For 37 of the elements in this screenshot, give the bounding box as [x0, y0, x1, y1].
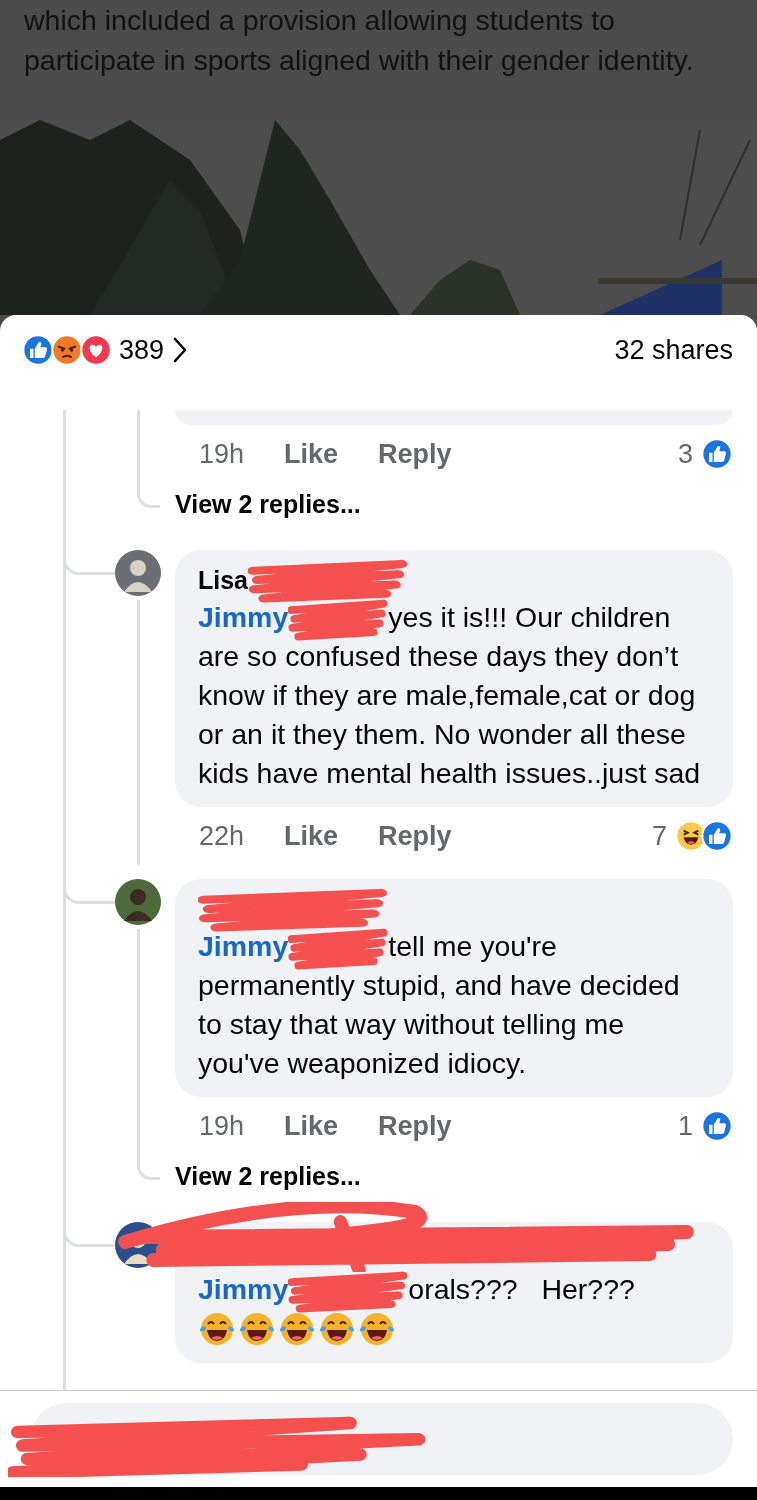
mention-link[interactable]: Jimmy [198, 1273, 289, 1305]
mention-link[interactable]: Jimmy [198, 601, 289, 633]
like-link[interactable]: Like [284, 820, 339, 852]
comment-author[interactable]: Lisa [198, 565, 249, 595]
like-icon [701, 438, 733, 470]
laughing-tears-emoji-icon [238, 1311, 276, 1347]
like-icon [701, 820, 733, 852]
comment-time: 19h [199, 438, 245, 470]
reply-link[interactable]: Reply [378, 438, 452, 470]
laughing-tears-emoji-icon [198, 1311, 236, 1347]
comment-text: Jimmy yes it is!!! Our children are so confused these days they don’t know if they are male,female,cat or dog or an it they them. No wonder all these kids have mental health issues..just sad [198, 598, 713, 793]
angry-face-icon [51, 334, 83, 366]
avatar[interactable] [115, 1222, 161, 1268]
like-link[interactable]: Like [284, 438, 339, 470]
laughing-tears-emoji-icon [278, 1311, 316, 1347]
reaction-count: 1 [677, 1110, 693, 1142]
like-icon [701, 1110, 733, 1142]
shares-link[interactable]: 32 shares [614, 334, 733, 366]
laughing-tears-emoji-icon [318, 1311, 356, 1347]
like-link[interactable]: Like [284, 1110, 339, 1142]
avatar[interactable] [115, 879, 161, 925]
reply-link[interactable]: Reply [378, 1110, 452, 1142]
laughing-tears-emoji-icon [358, 1311, 396, 1347]
chevron-right-icon[interactable] [172, 336, 189, 364]
reaction-count: 3 [677, 438, 693, 470]
comment-text: Jimmy orals??? Her??? [198, 1270, 713, 1309]
comment-time: 22h [199, 820, 245, 852]
reaction-total-link[interactable]: 389 [109, 334, 173, 366]
post-caption: which included a provision allowing students to participate in sports aligned with their gender identity. [23, 3, 695, 78]
view-replies-link[interactable]: View 2 replies... [161, 1155, 361, 1197]
comment-time: 19h [199, 1110, 245, 1142]
like-icon [22, 334, 54, 366]
comment-text: Jimmy tell me you're permanently stupid, and have decided to stay that way without telling me you've weaponized idiocy. [198, 927, 713, 1083]
reply-link[interactable]: Reply [378, 820, 452, 852]
mention-link[interactable]: Jimmy [198, 930, 289, 962]
view-replies-link[interactable]: View 2 replies... [161, 483, 361, 525]
reaction-count: 7 [651, 820, 667, 852]
